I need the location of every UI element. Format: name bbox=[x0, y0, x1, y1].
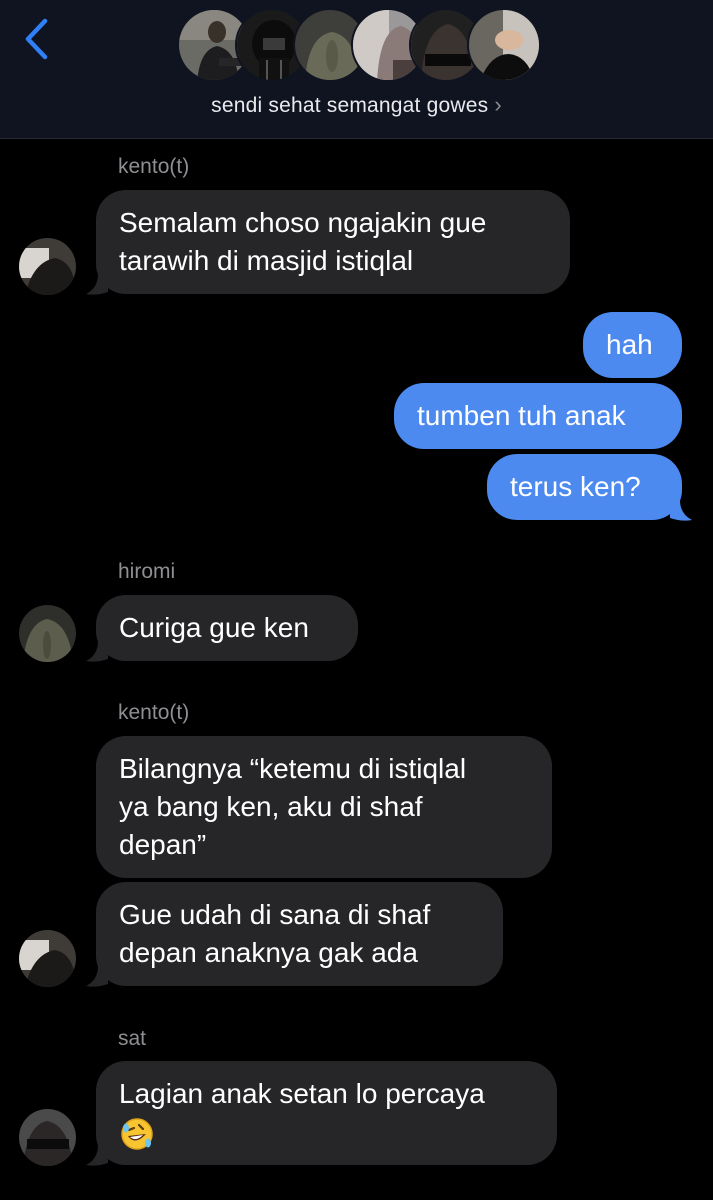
message-line: hah bbox=[606, 329, 653, 360]
sender-name: kento(t) bbox=[118, 155, 190, 178]
sender-name: kento(t) bbox=[118, 701, 190, 724]
group-avatar-stack[interactable] bbox=[177, 8, 541, 84]
bubble-tail bbox=[670, 500, 692, 521]
message-line: Bilangnya “ketemu di istiqlal bbox=[119, 753, 467, 784]
message-line: Gue udah di sana di shaf bbox=[119, 899, 431, 930]
sender-avatar[interactable] bbox=[19, 605, 76, 662]
message-line: Curiga gue ken bbox=[119, 612, 309, 643]
chevron-right-icon: › bbox=[494, 92, 502, 117]
outgoing-message-bubble[interactable]: terus ken? bbox=[487, 454, 682, 520]
message-line: tarawih di masjid istiqlal bbox=[119, 245, 414, 276]
message-line: Semalam choso ngajakin gue bbox=[119, 207, 487, 238]
incoming-message-bubble[interactable]: Gue udah di sana di shaf depan anaknya g… bbox=[96, 882, 503, 986]
sender-avatar[interactable] bbox=[19, 1109, 76, 1166]
sender-avatar[interactable] bbox=[19, 238, 76, 295]
group-name-button[interactable]: sendi sehat semangat gowes › bbox=[0, 92, 713, 118]
sender-name: hiromi bbox=[118, 560, 176, 583]
incoming-message-bubble[interactable]: Bilangnya “ketemu di istiqlal ya bang ke… bbox=[96, 736, 552, 878]
incoming-message-bubble[interactable]: Semalam choso ngajakin gue tarawih di ma… bbox=[96, 190, 570, 294]
back-button[interactable] bbox=[14, 14, 58, 64]
incoming-message-bubble[interactable]: Lagian anak setan lo percaya bbox=[96, 1061, 557, 1165]
bubble-tail bbox=[86, 966, 108, 987]
conversation-header: sendi sehat semangat gowes › bbox=[0, 0, 713, 139]
message-line: Lagian anak setan lo percaya bbox=[119, 1078, 485, 1109]
bubble-tail bbox=[86, 274, 108, 295]
bubble-tail bbox=[86, 641, 108, 662]
outgoing-message-bubble[interactable]: tumben tuh anak bbox=[394, 383, 682, 449]
member-avatar bbox=[467, 8, 541, 82]
sender-avatar[interactable] bbox=[19, 930, 76, 987]
group-name: sendi sehat semangat gowes bbox=[211, 94, 489, 117]
message-line: depan anaknya gak ada bbox=[119, 937, 418, 968]
sender-name: sat bbox=[118, 1027, 147, 1050]
message-line: depan” bbox=[119, 829, 207, 860]
message-line: tumben tuh anak bbox=[417, 400, 626, 431]
chevron-left-icon bbox=[25, 18, 48, 60]
message-line bbox=[119, 1113, 534, 1152]
incoming-message-bubble[interactable]: Curiga gue ken bbox=[96, 595, 358, 661]
bubble-tail bbox=[86, 1145, 108, 1166]
outgoing-message-bubble[interactable]: hah bbox=[583, 312, 682, 378]
rolling-on-the-floor-laughing-emoji bbox=[121, 1117, 153, 1150]
message-line: ya bang ken, aku di shaf bbox=[119, 791, 423, 822]
message-line: terus ken? bbox=[510, 471, 641, 502]
